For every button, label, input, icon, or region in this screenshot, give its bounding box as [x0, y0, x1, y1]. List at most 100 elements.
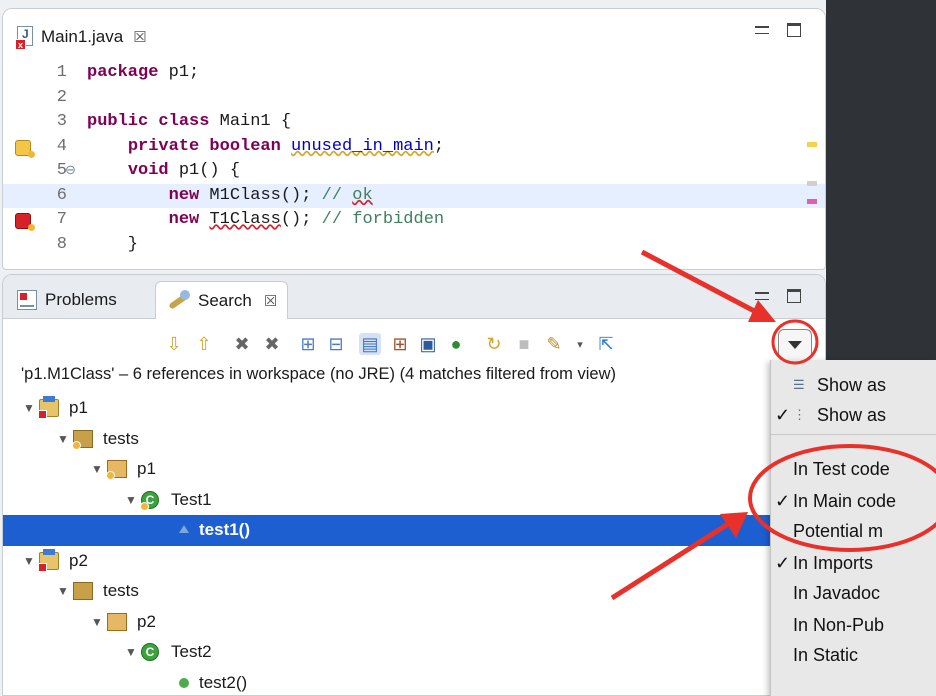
line-number: 3 [56, 112, 67, 131]
expand-twistie-icon[interactable]: ▼ [125, 485, 137, 516]
maximize-icon[interactable] [787, 289, 801, 303]
tree-item[interactable]: test1() [3, 515, 825, 546]
fold-collapse-icon[interactable]: ⊖ [65, 159, 76, 184]
code-line[interactable]: 3 public class Main1 { [3, 110, 825, 135]
tree-item[interactable]: ▼ C Test2 [3, 637, 825, 668]
menu-item[interactable]: ✓ ⋮ Show as [771, 400, 936, 430]
expand-twistie-icon[interactable]: ▼ [91, 454, 103, 485]
menu-separator [771, 434, 936, 435]
menu-item-label: In Javadoc [793, 583, 881, 603]
view-tab-bar: Problems Search ☒ [3, 275, 825, 319]
menu-item[interactable]: In Non-Pub [771, 610, 936, 640]
search-flashlight-icon [166, 289, 190, 312]
expand-twistie-icon[interactable]: ▼ [91, 607, 103, 638]
menu-item-label: In Main code [793, 491, 897, 511]
tree-item[interactable]: ▼ p1 [3, 454, 825, 485]
menu-item[interactable]: ✓ In Main code [771, 486, 936, 516]
expand-twistie-icon[interactable]: ▼ [23, 546, 35, 577]
menu-item-label: Show as [817, 375, 887, 395]
java-editor: Jx Main1.java ☒ 1 package p1; 2 3 public cla… [2, 8, 826, 270]
code-line[interactable]: 4 private boolean unused_in_main; [3, 135, 825, 160]
tree-item[interactable]: ▼ p2 [3, 546, 825, 577]
search-toolbar: ⇩ ⇧ ✖ ✖ ⊞ ⊟ ▤ ⊞ ▣ ● ↻ ■ ✎ ▾ ⇱ [3, 325, 825, 361]
tree-item-label: p1 [69, 398, 88, 417]
tree-item[interactable]: ▼ C Test1 [3, 485, 825, 516]
checkmark-icon: ✓ [775, 491, 791, 511]
expand-all-icon[interactable]: ⊞ [297, 333, 319, 355]
remove-all-matches-icon[interactable]: ✖ [261, 333, 283, 355]
code-line[interactable]: 6 new M1Class(); // ok [3, 183, 825, 208]
overview-warning-marker[interactable] [807, 142, 817, 147]
previous-match-icon[interactable]: ⇧ [193, 333, 215, 355]
show-as-tree-icon[interactable]: ▤ [359, 333, 381, 355]
tree-item-label: p2 [137, 611, 156, 631]
overview-marker[interactable] [807, 181, 817, 186]
search-history-icon[interactable]: ✎ [543, 333, 565, 355]
group-by-file-icon[interactable]: ▣ [417, 333, 439, 355]
problems-icon [17, 290, 37, 310]
view-menu-button[interactable] [778, 329, 812, 361]
package-icon [107, 612, 127, 631]
chevron-down-icon [788, 341, 802, 349]
remove-match-icon[interactable]: ✖ [231, 333, 253, 355]
pin-view-icon[interactable]: ⇱ [595, 333, 617, 355]
tree-item[interactable]: ▼ p2 [3, 607, 825, 638]
error-marker-icon[interactable] [15, 213, 35, 231]
tab-search-label: Search [198, 290, 252, 310]
refresh-icon[interactable]: ↻ [483, 333, 505, 355]
expand-twistie-icon[interactable]: ▼ [23, 393, 35, 424]
tree-item-label: test2() [199, 672, 248, 692]
group-by-type-icon[interactable]: ● [445, 333, 467, 355]
line-number: 1 [56, 63, 67, 82]
cancel-search-icon[interactable]: ■ [513, 333, 535, 355]
line-number: 6 [56, 185, 67, 205]
code-line[interactable]: 5 ⊖ void p1() { [3, 159, 825, 184]
code-text: } [87, 234, 139, 254]
code-line[interactable]: 8 } [3, 233, 825, 258]
next-match-icon[interactable]: ⇩ [163, 333, 185, 355]
warning-marker-icon[interactable] [15, 139, 35, 158]
error-badge-icon [38, 562, 47, 572]
expand-twistie-icon[interactable]: ▼ [57, 424, 69, 455]
method-icon [179, 525, 189, 533]
tab-search[interactable]: Search ☒ [155, 281, 289, 319]
tab-problems-label: Problems [45, 290, 117, 309]
overview-error-marker[interactable] [807, 199, 817, 204]
tab-main1-java[interactable]: Jx Main1.java ☒ [15, 21, 147, 53]
line-number: 4 [56, 136, 67, 156]
minimize-icon[interactable] [755, 26, 769, 34]
java-file-error-icon: Jx [15, 26, 35, 50]
tree-item[interactable]: ▼ tests [3, 576, 825, 607]
tree-item[interactable]: test2() [3, 668, 825, 696]
tab-close-icon[interactable]: ☒ [264, 292, 277, 310]
code-area[interactable]: 1 package p1; 2 3 public class Main1 {4 priv… [3, 61, 825, 258]
package-icon [106, 460, 127, 480]
history-dropdown-icon[interactable]: ▾ [569, 333, 591, 355]
menu-item[interactable]: ☰ Show as [771, 370, 936, 400]
warning-badge-icon [140, 501, 149, 511]
tree-item[interactable]: ▼ p1 [3, 393, 825, 424]
menu-item[interactable]: In Static [771, 640, 936, 670]
minimize-icon[interactable] [755, 292, 769, 300]
collapse-all-icon[interactable]: ⊟ [325, 333, 347, 355]
menu-item[interactable]: ✓ In Imports [771, 548, 936, 578]
expand-twistie-icon[interactable]: ▼ [125, 637, 137, 668]
code-line[interactable]: 1 package p1; [3, 61, 825, 86]
code-line[interactable]: 7 new T1Class(); // forbidden [3, 208, 825, 233]
tree-item-label: Test1 [171, 489, 212, 509]
menu-item[interactable]: In Javadoc [771, 578, 936, 608]
code-text: new T1Class(); // forbidden [168, 210, 445, 229]
tree-item[interactable]: ▼ tests [3, 424, 825, 455]
menu-item[interactable]: In Test code [771, 454, 936, 484]
search-view: Problems Search ☒ ⇩ ⇧ ✖ ✖ ⊞ ⊟ ▤ ⊞ ▣ ● ↻ … [2, 274, 826, 696]
tab-close-icon[interactable]: ☒ [133, 28, 146, 46]
maximize-icon[interactable] [787, 23, 801, 37]
code-text: void p1() { [127, 161, 241, 180]
menu-item[interactable]: Potential m [771, 516, 936, 546]
expand-twistie-icon[interactable]: ▼ [57, 576, 69, 607]
code-line[interactable]: 2 [3, 86, 825, 111]
tab-problems[interactable]: Problems [7, 281, 127, 319]
list-icon: ☰ [793, 377, 805, 392]
tree-item-label: p1 [137, 459, 156, 478]
group-by-package-icon[interactable]: ⊞ [389, 333, 411, 355]
